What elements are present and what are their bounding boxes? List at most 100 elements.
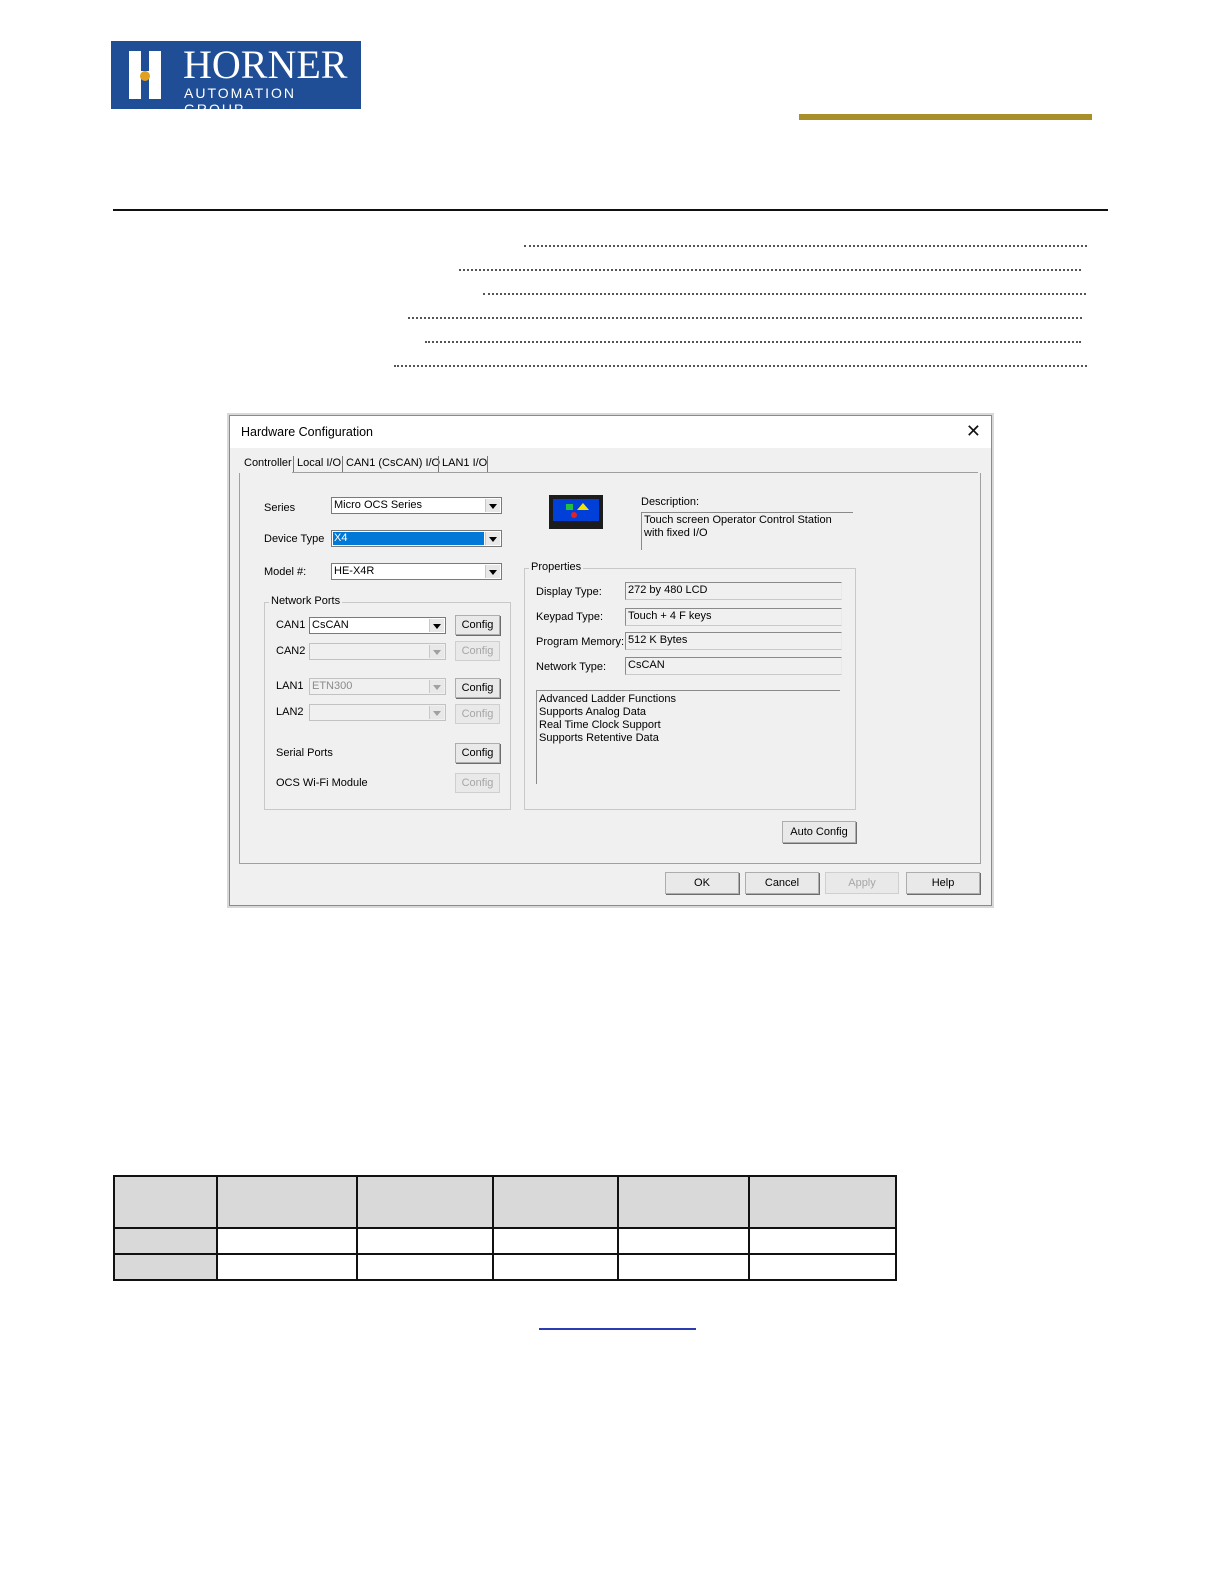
network-ports-title: Network Ports [269, 595, 343, 607]
horner-logo: HORNER AUTOMATION GROUP [111, 41, 361, 117]
table-row [113, 1253, 897, 1281]
model-label: Model #: [264, 566, 307, 578]
chevron-down-icon[interactable] [485, 532, 500, 545]
auto-config-button[interactable]: Auto Config [782, 821, 856, 843]
table-cell [356, 1253, 494, 1281]
table-header-cell [113, 1175, 218, 1229]
table-row [113, 1227, 897, 1255]
model-select[interactable]: HE-X4R [331, 563, 502, 580]
table-header-cell [617, 1175, 750, 1229]
tab-separator [293, 456, 294, 472]
table-header-cell [748, 1175, 897, 1229]
device-type-label: Device Type [264, 533, 325, 545]
tab-panel-border [292, 472, 978, 473]
toc-leader [459, 259, 1081, 271]
gold-accent-bar [799, 114, 1092, 120]
lan1-config-button[interactable]: Config [455, 678, 500, 698]
ok-button[interactable]: OK [665, 872, 739, 894]
cancel-button[interactable]: Cancel [745, 872, 819, 894]
serial-ports-config-button[interactable]: Config [455, 743, 500, 763]
table-cell [748, 1253, 897, 1281]
chevron-down-icon[interactable] [429, 706, 444, 719]
dialog-title: Hardware Configuration [241, 425, 374, 439]
lan2-config-button[interactable]: Config [455, 704, 500, 724]
program-memory-label: Program Memory: [536, 636, 625, 648]
tab-controller[interactable]: Controller [244, 457, 292, 469]
lan2-label: LAN2 [276, 706, 304, 718]
logo-wordmark: HORNER [183, 42, 348, 87]
chevron-down-icon[interactable] [485, 565, 500, 578]
toc-leader [394, 355, 1087, 367]
can1-label: CAN1 [276, 619, 306, 631]
can2-select[interactable] [309, 643, 446, 660]
feature-item: Advanced Ladder Functions [539, 693, 676, 705]
table-header-cell [216, 1175, 358, 1229]
keypad-type-label: Keypad Type: [536, 611, 604, 623]
serial-ports-label: Serial Ports [276, 747, 333, 759]
table-cell [216, 1253, 358, 1281]
table-header-cell [356, 1175, 494, 1229]
table-cell [113, 1227, 218, 1255]
chevron-down-icon[interactable] [429, 645, 444, 658]
network-type-value: CsCAN [625, 657, 842, 675]
close-icon[interactable]: ✕ [966, 422, 981, 440]
series-select[interactable]: Micro OCS Series [331, 497, 502, 514]
chevron-down-icon[interactable] [429, 619, 444, 632]
table-cell [492, 1253, 619, 1281]
help-button[interactable]: Help [906, 872, 980, 894]
wifi-config-button[interactable]: Config [455, 773, 500, 793]
can1-select[interactable]: CsCAN [309, 617, 446, 634]
model-value: HE-X4R [334, 565, 375, 577]
device-screen [553, 499, 599, 521]
table-cell [617, 1227, 750, 1255]
toc-leader [425, 331, 1081, 343]
feature-item: Supports Analog Data [539, 706, 647, 718]
feature-item: Supports Retentive Data [539, 732, 659, 744]
table-cell [216, 1227, 358, 1255]
table-cell [356, 1227, 494, 1255]
lan1-label: LAN1 [276, 680, 304, 692]
table-header-cell [492, 1175, 619, 1229]
tab-separator [487, 456, 488, 472]
display-type-label: Display Type: [536, 586, 602, 598]
lan1-select[interactable]: ETN300 [309, 678, 446, 695]
tab-local-io[interactable]: Local I/O [297, 457, 341, 469]
features-list: Advanced Ladder Functions Supports Analo… [536, 690, 840, 784]
apply-button[interactable]: Apply [825, 872, 899, 894]
tab-lan1-io[interactable]: LAN1 I/O [442, 457, 487, 469]
table-cell [617, 1253, 750, 1281]
properties-title: Properties [529, 561, 584, 573]
display-type-value: 272 by 480 LCD [625, 582, 842, 600]
device-shapes-icon [566, 503, 589, 518]
keypad-type-value: Touch + 4 F keys [625, 608, 842, 626]
horner-logo-mark-icon [119, 47, 175, 103]
table-cell [748, 1227, 897, 1255]
device-type-select[interactable]: X4 [331, 530, 502, 547]
lan1-value: ETN300 [312, 680, 353, 692]
chevron-down-icon[interactable] [429, 680, 444, 693]
toc-leader [524, 235, 1087, 247]
tab-can1-io[interactable]: CAN1 (CsCAN) I/O [346, 457, 440, 469]
description-text: Touch screen Operator Control Station wi… [641, 512, 853, 550]
device-type-value: X4 [333, 532, 484, 545]
table-header-row [113, 1175, 897, 1229]
dialog-titlebar: Hardware Configuration ✕ [230, 416, 991, 448]
table-cell [113, 1253, 218, 1281]
chevron-down-icon[interactable] [485, 499, 500, 512]
can2-config-button[interactable]: Config [455, 641, 500, 661]
toc-leader [483, 283, 1086, 295]
hardware-configuration-dialog: Hardware Configuration ✕ Controller Loca… [229, 415, 992, 906]
spec-table [113, 1175, 897, 1281]
can2-label: CAN2 [276, 645, 306, 657]
tab-separator [342, 456, 343, 472]
network-type-label: Network Type: [536, 661, 607, 673]
toc-leader [408, 307, 1082, 319]
hyperlink[interactable] [539, 1328, 696, 1330]
table-cell [492, 1227, 619, 1255]
series-value: Micro OCS Series [334, 499, 423, 511]
can1-config-button[interactable]: Config [455, 615, 500, 635]
lan2-select[interactable] [309, 704, 446, 721]
can1-value: CsCAN [312, 619, 349, 631]
description-label: Description: [641, 496, 700, 508]
series-label: Series [264, 502, 296, 514]
